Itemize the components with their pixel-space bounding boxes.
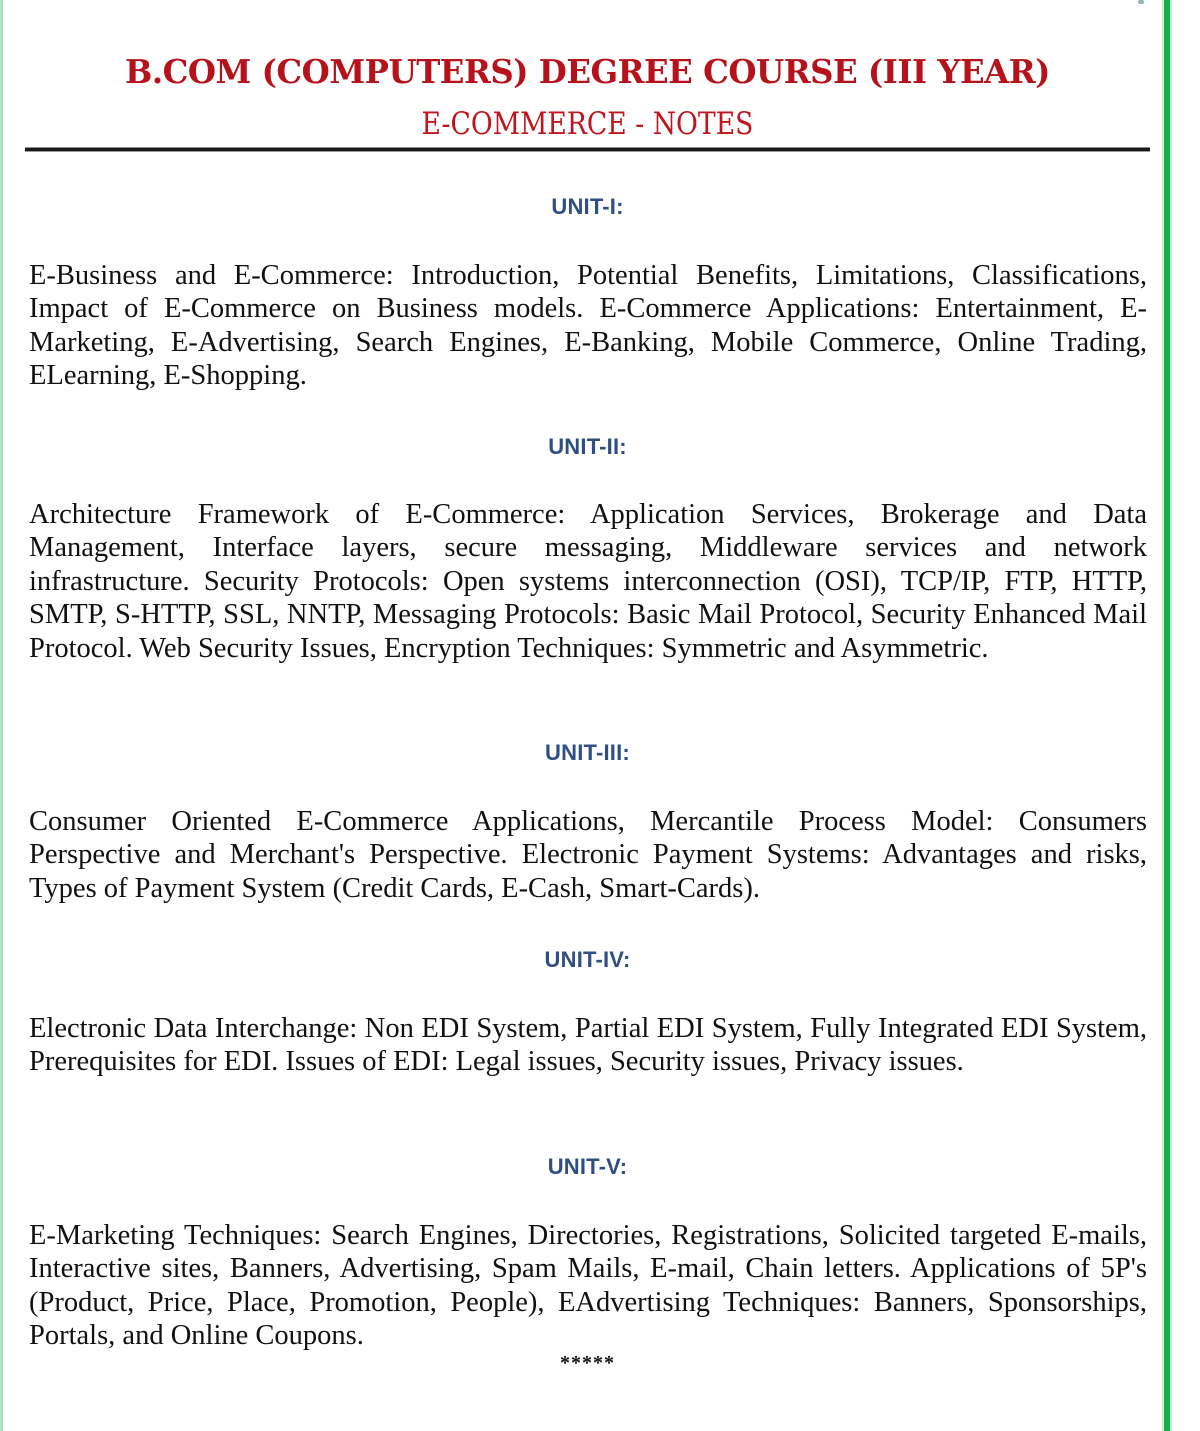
unit-body: Consumer Oriented E-Commerce Application… [29,806,1147,904]
header-divider [25,148,1150,151]
end-of-document-mark: ***** [560,1352,615,1374]
unit-body: E-Business and E-Commerce: Introduction,… [29,260,1147,392]
unit-body: E-Marketing Techniques: Search Engines, … [29,1220,1147,1352]
unit-body: Architecture Framework of E-Commerce: Ap… [29,499,1147,664]
unit-heading: UNIT-V: [547,1154,628,1179]
unit-heading: UNIT-III: [545,740,630,765]
unit-heading: UNIT-IV: [544,947,631,972]
unit-heading: UNIT-II: [548,434,627,459]
document-title: B.COM (COMPUTERS) DEGREE COURSE (III YEA… [125,52,1050,91]
unit-heading: UNIT-I: [551,194,624,219]
corner-mark [1138,0,1144,4]
unit-body: Electronic Data Interchange: Non EDI Sys… [29,1013,1147,1078]
document-subtitle: E-COMMERCE - NOTES [421,106,754,142]
